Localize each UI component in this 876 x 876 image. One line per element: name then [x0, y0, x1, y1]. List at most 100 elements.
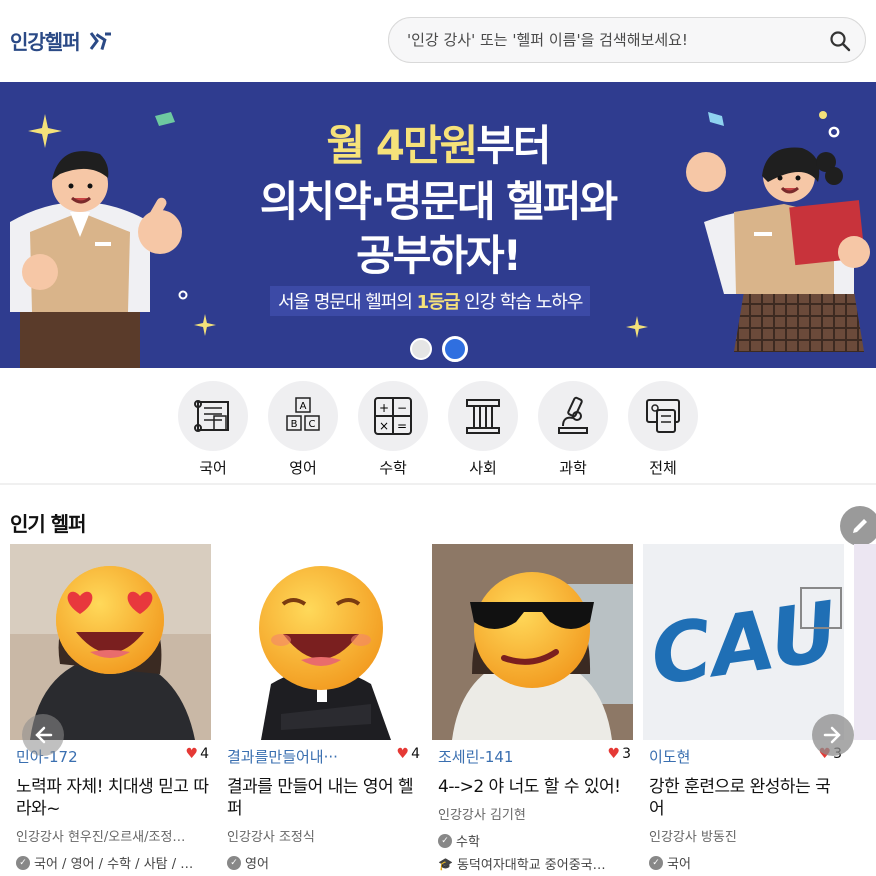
helper-subjects-text: 수학 [456, 835, 480, 850]
banner-headline-1: 월 4만원부터 [0, 112, 876, 173]
carousel-dots [410, 336, 468, 362]
svg-text:=: = [397, 419, 407, 433]
helper-teacher: 인강강사 김기현 [438, 808, 526, 823]
helper-photo [10, 544, 211, 740]
helper-card[interactable]: 결과를만들어내··· ♥ 4 결과를 만들어 내는 영어 헬퍼 인강강사 조정식 … [221, 544, 422, 872]
category-label: 수학 [379, 459, 407, 477]
like-count[interactable]: ♥ 4 [186, 746, 209, 762]
helper-subjects: ✓ 영어 [227, 853, 422, 872]
helper-title: 4-->2 야 너도 할 수 있어! [438, 777, 621, 797]
sparkle-icon [194, 314, 216, 336]
section-divider [0, 483, 876, 485]
search-bar [388, 17, 866, 63]
edit-button[interactable] [840, 506, 876, 546]
banner-subtitle-accent: 1등급 [416, 292, 461, 313]
carousel-dot-2[interactable] [442, 336, 468, 362]
app-page: 인강헬퍼 '인강 강사' 또는 '헬퍼 이름'을 검색해보세요! 월 4만원부터… [0, 0, 876, 876]
helper-card[interactable]: 민아-172 ♥ 4 노력파 자체! 치대생 믿고 따라와~ 인강강사 현우진/오… [10, 544, 211, 872]
helper-photo [432, 544, 633, 740]
helper-subjects: ✓ 수학 [438, 831, 633, 850]
svg-text:C: C [309, 419, 316, 430]
helper-card-peek[interactable] [854, 544, 876, 740]
helper-title: 결과를 만들어 내는 영어 헬퍼 [227, 777, 414, 819]
category-label: 사회 [469, 459, 497, 477]
graduation-cap-icon: 🎓 [438, 856, 453, 871]
check-badge-icon: ✓ [649, 855, 663, 870]
category-all[interactable]: 전체 [628, 381, 698, 478]
logo[interactable]: 인강헬퍼 [10, 26, 112, 55]
check-badge-icon: ✓ [16, 855, 30, 870]
helper-teacher: 인강강사 현우진/오르새/조정… [16, 830, 186, 845]
abc-blocks-icon: ABC [268, 381, 338, 451]
like-count[interactable]: ♥3 [608, 746, 631, 762]
category-math[interactable]: + − × = 수학 [358, 381, 428, 478]
category-label: 과학 [559, 459, 587, 477]
search-input[interactable] [407, 18, 817, 62]
category-label: 영어 [289, 459, 317, 477]
top-header: 인강헬퍼 [0, 0, 876, 82]
helper-card[interactable]: 조세린-141 ♥ 3 4-->2 야 너도 할 수 있어! 인강강사 김기현 ✓… [432, 544, 633, 873]
carousel-dot-1[interactable] [410, 338, 432, 360]
section-title-popular: 인기 헬퍼 [10, 512, 87, 536]
banner-headline-3: 공부하자! [356, 231, 522, 280]
carousel-prev-button[interactable] [22, 714, 64, 756]
helper-meta: 조세린-141 ♥ 3 [432, 742, 633, 768]
category-korean[interactable]: 국어 [178, 381, 248, 478]
category-science[interactable]: 과학 [538, 381, 608, 478]
svg-text:−: − [397, 401, 407, 415]
helper-name[interactable]: 이도현 [649, 746, 690, 767]
heart-icon: ♥ [396, 746, 410, 762]
banner-subtitle-prefix: 서울 명문대 헬퍼의 [278, 292, 417, 313]
banner-subtitle-suffix: 인강 학습 노하우 [459, 292, 583, 313]
helper-subjects-text: 국어 / 영어 / 수학 / 사탐 / … [34, 857, 194, 872]
helper-teacher: 인강강사 방동진 [649, 830, 737, 845]
like-count[interactable]: ♥ 4 [397, 746, 420, 762]
helper-name[interactable]: 조세린-141 [438, 746, 513, 767]
banner-headline-1-rest: 부터 [476, 121, 551, 170]
category-english[interactable]: ABC 영어 [268, 381, 338, 478]
helper-subjects: ✓ 국어 [649, 853, 844, 872]
helper-subjects-text: 국어 [667, 857, 691, 872]
arrow-right-icon [823, 726, 841, 744]
helper-title: 강한 훈련으로 완성하는 국어 [649, 777, 831, 819]
arrow-left-icon [35, 726, 53, 744]
svg-text:+: + [379, 401, 389, 415]
category-label: 국어 [199, 459, 227, 477]
helper-name[interactable]: 결과를만들어내··· [227, 746, 338, 767]
helper-card[interactable]: CAU 이도현 ♥3 강한 훈련으로 완성하는 국어 인강강사 방동진 ✓ 국어 [643, 544, 844, 872]
svg-text:A: A [300, 401, 307, 412]
like-count-value: 4 [411, 746, 420, 762]
sparkle-icon [626, 316, 648, 338]
helper-meta: 결과를만들어내··· ♥ 4 [221, 742, 422, 768]
helper-school: 🎓 동덕여자대학교 중어중국… [438, 854, 633, 874]
check-badge-icon: ✓ [227, 855, 241, 870]
search-icon[interactable] [829, 30, 851, 52]
logo-mark-icon [89, 31, 111, 50]
svg-text:B: B [291, 419, 298, 430]
banner-price: 월 4만원 [326, 121, 478, 170]
pillar-building-icon [448, 381, 518, 451]
all-devices-icon [628, 381, 698, 451]
pencil-icon [853, 519, 867, 533]
heart-icon: ♥ [185, 746, 199, 762]
category-social[interactable]: 사회 [448, 381, 518, 478]
like-count-value: 3 [622, 746, 631, 762]
helper-photo: CAU [643, 544, 844, 740]
microscope-icon [538, 381, 608, 451]
like-count-value: 4 [200, 746, 209, 762]
heart-icon: ♥ [607, 746, 621, 762]
helper-title: 노력파 자체! 치대생 믿고 따라와~ [16, 777, 209, 819]
category-menu: 국어 ABC 영어 + − × = 수학 사회 과학 전체 [178, 381, 698, 478]
math-operators-icon: + − × = [358, 381, 428, 451]
helper-subjects-text: 영어 [245, 857, 269, 872]
category-label: 전체 [649, 459, 677, 477]
helper-photo [221, 544, 422, 740]
helper-teacher: 인강강사 조정식 [227, 830, 315, 845]
banner-subtitle: 서울 명문대 헬퍼의 1등급 인강 학습 노하우 [270, 286, 591, 316]
carousel-next-button[interactable] [812, 714, 854, 756]
helper-school-text: 동덕여자대학교 중어중국… [456, 858, 606, 873]
logo-text: 인강헬퍼 [10, 30, 81, 54]
banner-headline-2: 의치약·명문대 헬퍼와 [259, 177, 618, 226]
check-badge-icon: ✓ [438, 833, 452, 848]
promo-banner[interactable]: 월 4만원부터 의치약·명문대 헬퍼와 공부하자! 서울 명문대 헬퍼의 1등급… [0, 82, 876, 368]
